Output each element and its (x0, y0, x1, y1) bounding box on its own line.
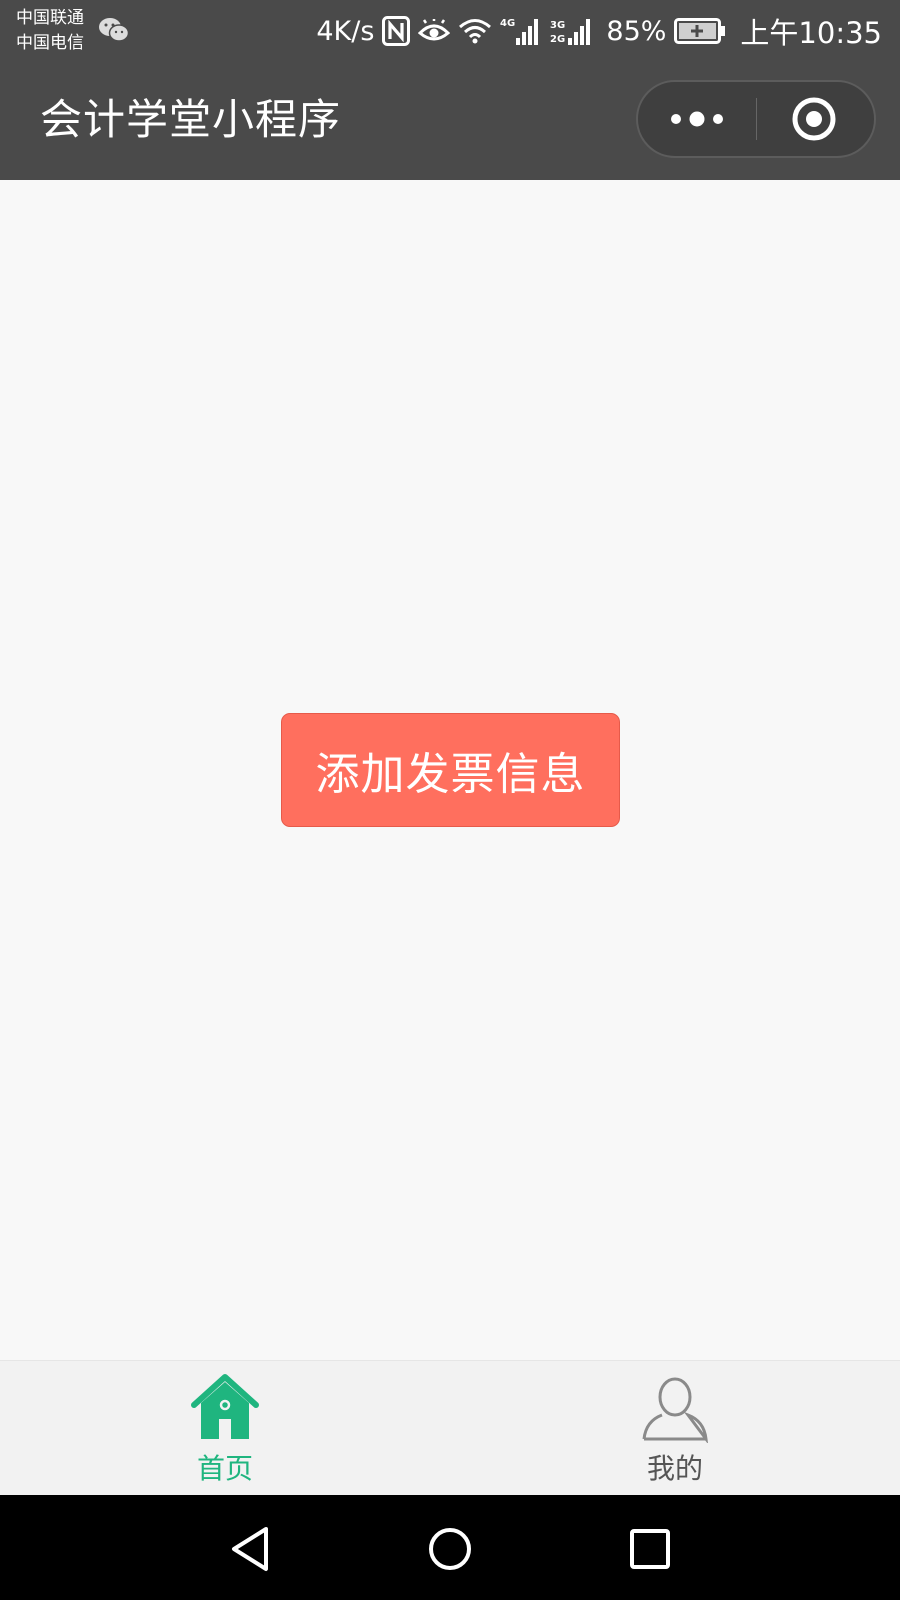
close-button[interactable] (758, 82, 874, 156)
status-indicators: 4K/s 4G 3G 2G 85% 上午10:35 (316, 0, 882, 62)
back-triangle-icon[interactable] (222, 1521, 278, 1577)
svg-text:4G: 4G (500, 18, 515, 29)
eye-icon (418, 19, 451, 41)
more-dots-icon (671, 111, 723, 127)
main-content: 添加发票信息 (0, 180, 900, 1360)
carrier-info: 中国联通 中国电信 (16, 6, 84, 56)
add-invoice-button[interactable]: 添加发票信息 (281, 713, 620, 827)
recent-square-icon[interactable] (622, 1521, 678, 1577)
nfc-icon (382, 16, 411, 46)
user-icon (642, 1377, 708, 1443)
clock: 上午10:35 (740, 16, 882, 50)
wifi-icon (459, 19, 492, 44)
page-title: 会计学堂小程序 (40, 95, 342, 144)
carrier-1: 中国联通 (16, 8, 84, 28)
signal-3g-2g-icon: 3G 2G (550, 19, 591, 45)
battery-percent: 85% (606, 15, 667, 47)
svg-text:3G: 3G (550, 20, 565, 31)
tab-home[interactable]: 首页 (0, 1361, 450, 1496)
signal-4g-icon: 4G (500, 18, 539, 45)
tab-home-label: 首页 (196, 1452, 253, 1485)
battery-charging-icon (674, 18, 726, 44)
home-icon (191, 1374, 259, 1439)
phone-screen: 中国联通 中国电信 4K/s 4G 3G 2G 85% 上午10:35 会计学堂… (0, 0, 900, 1600)
svg-text:2G: 2G (550, 34, 565, 45)
tab-bar: 首页 我的 (0, 1360, 900, 1495)
more-button[interactable] (638, 82, 756, 156)
mini-program-capsule (636, 80, 876, 158)
title-bar: 会计学堂小程序 (0, 62, 900, 180)
target-circle-icon (792, 97, 836, 141)
wechat-icon (99, 18, 130, 42)
tab-mine-label: 我的 (646, 1452, 703, 1485)
network-speed: 4K/s (316, 15, 375, 47)
status-bar: 中国联通 中国电信 4K/s 4G 3G 2G 85% 上午10:35 (0, 0, 900, 62)
tab-mine[interactable]: 我的 (450, 1361, 900, 1496)
capsule-divider (756, 98, 757, 140)
carrier-2: 中国电信 (16, 33, 84, 53)
home-circle-icon[interactable] (422, 1521, 478, 1577)
system-nav-bar (0, 1495, 900, 1600)
